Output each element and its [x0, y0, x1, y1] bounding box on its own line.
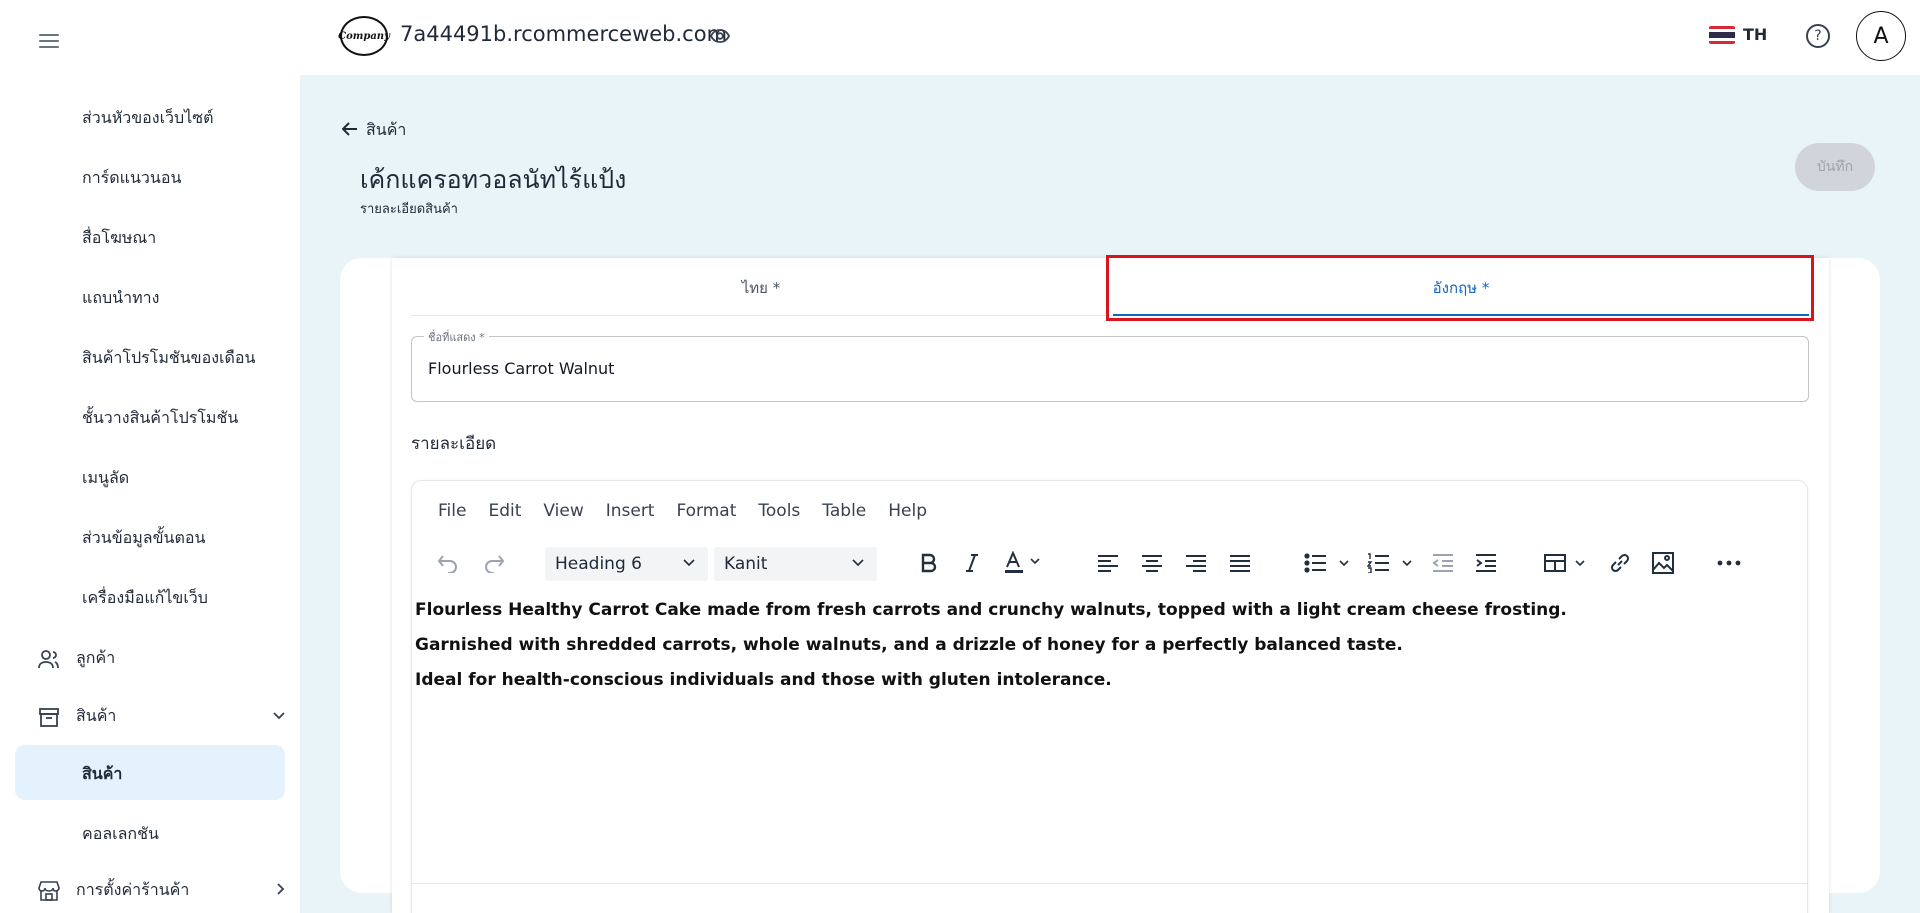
- display-name-label: ชื่อที่แสดง *: [424, 328, 489, 346]
- language-selector[interactable]: TH: [1743, 25, 1767, 44]
- sidebar-item-web-editor[interactable]: เครื่องมือแก้ไขเว็บ: [82, 586, 208, 611]
- tab-english[interactable]: อังกฤษ *: [1111, 260, 1811, 316]
- display-name-input[interactable]: [428, 359, 1788, 378]
- sidebar-item-website-header[interactable]: ส่วนหัวของเว็บไซต์: [82, 106, 213, 131]
- tab-thai[interactable]: ไทย *: [411, 260, 1111, 316]
- more-options-icon[interactable]: [1712, 547, 1746, 579]
- description-line-1: Flourless Healthy Carrot Cake made from …: [415, 600, 1567, 620]
- menu-table[interactable]: Table: [822, 501, 866, 521]
- help-icon[interactable]: ?: [1806, 24, 1830, 48]
- sidebar-item-label: สินค้า: [76, 706, 117, 725]
- description-line-2: Garnished with shredded carrots, whole w…: [415, 635, 1403, 655]
- sidebar-item-label: การตั้งค่าร้านค้า: [76, 880, 190, 899]
- language-tabs: ไทย * อังกฤษ *: [411, 260, 1811, 316]
- editor-content[interactable]: Flourless Healthy Carrot Cake made from …: [413, 593, 1806, 698]
- thai-flag-icon[interactable]: [1709, 26, 1735, 44]
- bold-icon[interactable]: [914, 547, 944, 579]
- bullet-list-icon[interactable]: [1302, 547, 1356, 579]
- block-format-select[interactable]: Heading 6: [545, 547, 708, 581]
- undo-icon[interactable]: [432, 547, 464, 579]
- sidebar-item-label: ลูกค้า: [76, 648, 116, 667]
- align-justify-icon[interactable]: [1226, 547, 1254, 579]
- sidebar-item-shortcut-menu[interactable]: เมนูลัด: [82, 466, 129, 491]
- menu-view[interactable]: View: [543, 501, 583, 521]
- sidebar-item-advertising[interactable]: สื่อโฆษณา: [82, 226, 156, 251]
- menu-format[interactable]: Format: [676, 501, 736, 521]
- menu-edit[interactable]: Edit: [488, 501, 521, 521]
- italic-icon[interactable]: [957, 547, 987, 579]
- sidebar: ส่วนหัวของเว็บไซต์ การ์ดแนวนอน สื่อโฆษณา…: [0, 0, 300, 913]
- menu-help[interactable]: Help: [888, 501, 927, 521]
- chevron-down-icon: [272, 709, 286, 725]
- table-icon[interactable]: [1542, 547, 1592, 579]
- sidebar-item-promo-shelf[interactable]: ชั้นวางสินค้าโปรโมชัน: [82, 406, 238, 431]
- eye-icon[interactable]: [709, 28, 731, 48]
- chevron-down-icon: [682, 555, 696, 575]
- store-icon: [36, 879, 62, 903]
- menu-tools[interactable]: Tools: [758, 501, 800, 521]
- page-title: เค้กแครอทวอลนัทไร้แป้ง: [360, 165, 627, 194]
- rich-text-editor: File Edit View Insert Format Tools Table…: [411, 480, 1808, 913]
- link-icon[interactable]: [1605, 547, 1635, 579]
- page-subtitle: รายละเอียดสินค้า: [360, 202, 458, 217]
- chevron-down-icon: [851, 555, 865, 575]
- align-right-icon[interactable]: [1182, 547, 1210, 579]
- font-family-value: Kanit: [724, 554, 768, 574]
- display-name-field: ชื่อที่แสดง *: [411, 328, 1809, 402]
- editor-toolbar: Heading 6 Kanit: [412, 541, 1807, 585]
- arrow-left-icon: [341, 120, 358, 141]
- numbered-list-icon[interactable]: [1365, 547, 1419, 579]
- indent-icon[interactable]: [1472, 547, 1500, 579]
- align-center-icon[interactable]: [1138, 547, 1166, 579]
- sidebar-item-monthly-promo[interactable]: สินค้าโปรโมชันของเดือน: [82, 346, 255, 371]
- back-link[interactable]: สินค้า: [341, 118, 407, 143]
- font-family-select[interactable]: Kanit: [714, 547, 877, 581]
- sidebar-item-horizontal-card[interactable]: การ์ดแนวนอน: [82, 166, 181, 191]
- align-left-icon[interactable]: [1094, 547, 1122, 579]
- save-button[interactable]: บันทึก: [1795, 143, 1875, 191]
- editor-statusbar-divider: [412, 883, 1807, 884]
- sidebar-item-navbar[interactable]: แถบนำทาง: [82, 286, 159, 311]
- sidebar-item-products-list[interactable]: [15, 745, 285, 800]
- block-format-value: Heading 6: [555, 554, 642, 574]
- back-label: สินค้า: [366, 120, 407, 139]
- redo-icon[interactable]: [478, 547, 510, 579]
- editor-menubar: File Edit View Insert Format Tools Table…: [438, 501, 927, 521]
- description-line-3: Ideal for health-conscious individuals a…: [415, 670, 1112, 690]
- chevron-right-icon: [276, 882, 286, 900]
- menu-file[interactable]: File: [438, 501, 466, 521]
- sidebar-item-products-list-label[interactable]: สินค้า: [82, 762, 122, 787]
- store-domain: 7a44491b.rcommerceweb.com: [400, 22, 728, 46]
- image-icon[interactable]: [1648, 547, 1678, 579]
- menu-insert[interactable]: Insert: [606, 501, 655, 521]
- users-icon: [36, 647, 62, 671]
- top-bar: Company 7a44491b.rcommerceweb.com TH ? A: [300, 0, 1920, 75]
- text-color-icon[interactable]: [1000, 547, 1050, 579]
- sidebar-item-step-info[interactable]: ส่วนข้อมูลขั้นตอน: [82, 526, 205, 551]
- sidebar-item-products[interactable]: สินค้า: [36, 704, 285, 729]
- avatar[interactable]: A: [1856, 11, 1906, 61]
- sidebar-item-collections[interactable]: คอลเลกชัน: [82, 822, 159, 847]
- archive-box-icon: [36, 705, 62, 729]
- outdent-icon[interactable]: [1429, 547, 1457, 579]
- sidebar-item-store-settings[interactable]: การตั้งค่าร้านค้า: [36, 878, 285, 903]
- company-logo: Company: [338, 16, 390, 56]
- sidebar-item-customers[interactable]: ลูกค้า: [36, 646, 115, 671]
- description-label: รายละเอียด: [411, 434, 497, 454]
- hamburger-menu-icon[interactable]: [36, 30, 62, 54]
